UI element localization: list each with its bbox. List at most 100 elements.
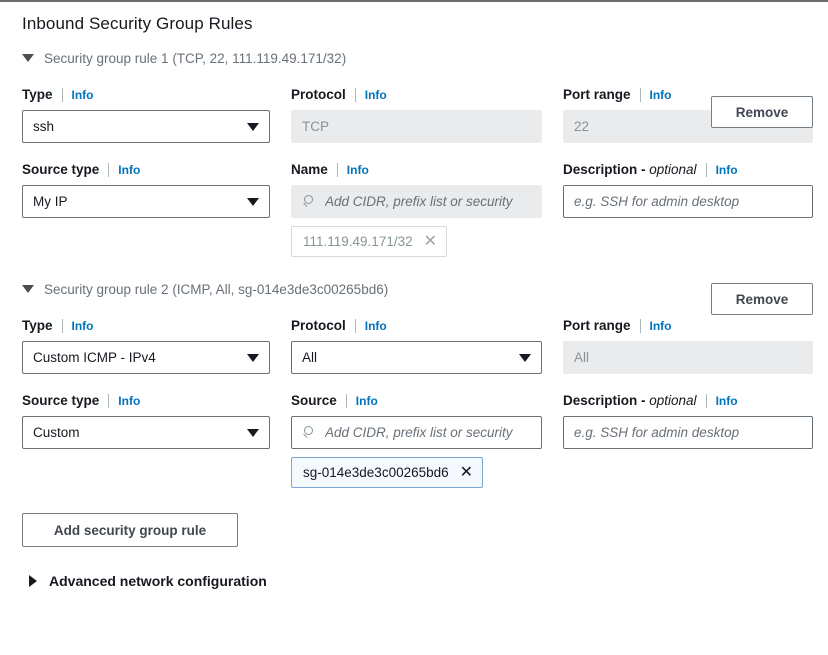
rule-2-description-info-link[interactable]: Info	[716, 394, 738, 408]
rule-1-protocol-info-link[interactable]: Info	[365, 88, 387, 102]
search-icon	[302, 425, 316, 440]
rule-2-type-info-link[interactable]: Info	[72, 319, 94, 333]
rule-1-description-info-link[interactable]: Info	[716, 163, 738, 177]
remove-rule-1-button[interactable]: Remove	[711, 96, 813, 128]
rule-1-type-value: ssh	[33, 119, 55, 134]
rule-1-port-range-value: 22	[574, 119, 590, 134]
rule-2-protocol-field: Protocol Info All	[291, 317, 542, 374]
label-divider	[639, 318, 641, 333]
rule-2-protocol-value: All	[302, 350, 318, 365]
rule-1-description-label: Description - optional	[563, 162, 697, 177]
rule-2-port-range-input: All	[563, 341, 813, 374]
rule-2-type-select[interactable]: Custom ICMP - IPv4	[22, 341, 270, 374]
rule-1-source-type-info-link[interactable]: Info	[118, 163, 140, 177]
close-icon[interactable]: ✕	[460, 464, 473, 481]
chevron-down-icon	[247, 122, 259, 131]
inbound-security-group-rules-panel: Inbound Security Group Rules Security gr…	[0, 14, 828, 589]
rule-2-description-input[interactable]: e.g. SSH for admin desktop	[563, 416, 813, 449]
rule-2-source-field: Source Info Add CIDR, prefix list or sec…	[291, 392, 542, 488]
page-title: Inbound Security Group Rules	[22, 14, 253, 33]
rule-2-header[interactable]: Security group rule 2 (ICMP, All, sg-014…	[22, 279, 813, 299]
rule-2-port-range-field: Port range Info All	[563, 317, 813, 374]
rule-1-source-search-input[interactable]: Add CIDR, prefix list or security	[291, 185, 542, 218]
rule-2-source-type-label: Source type	[22, 393, 100, 408]
rule-1-source-type-label: Source type	[22, 162, 100, 177]
label-divider	[108, 393, 110, 408]
label-divider	[336, 162, 338, 177]
advanced-network-configuration-section[interactable]: Advanced network configuration	[29, 573, 813, 589]
rule-1-port-range-label: Port range	[563, 87, 631, 102]
rule-2-source-placeholder: Add CIDR, prefix list or security	[325, 425, 513, 440]
advanced-network-configuration-label: Advanced network configuration	[49, 573, 267, 589]
chevron-down-icon	[247, 353, 259, 362]
rule-2-port-range-info-link[interactable]: Info	[650, 319, 672, 333]
rule-2-source-label: Source	[291, 393, 337, 408]
caret-down-icon[interactable]	[22, 54, 34, 62]
rule-2-source-token-label: sg-014e3de3c00265bd6	[303, 465, 449, 480]
rule-2-source-type-select[interactable]: Custom	[22, 416, 270, 449]
rule-1-protocol-label: Protocol	[291, 87, 346, 102]
rule-2-description-placeholder: e.g. SSH for admin desktop	[574, 425, 740, 440]
rule-1-description-label-row: Description - optional Info	[563, 161, 813, 178]
rule-2-description-field: Description - optional Info e.g. SSH for…	[563, 392, 813, 488]
chevron-down-icon	[247, 428, 259, 437]
label-divider	[61, 87, 63, 102]
rule-2-port-range-label: Port range	[563, 318, 631, 333]
add-security-group-rule-button[interactable]: Add security group rule	[22, 513, 238, 547]
rule-2-type-value: Custom ICMP - IPv4	[33, 350, 156, 365]
rule-1-protocol-value: TCP	[302, 119, 329, 134]
rule-2-summary: Security group rule 2 (ICMP, All, sg-014…	[44, 281, 389, 297]
rule-2-type-label-row: Type Info	[22, 317, 270, 334]
rule-2-protocol-info-link[interactable]: Info	[365, 319, 387, 333]
rule-2-description-label-row: Description - optional Info	[563, 392, 813, 409]
rule-1-fields: Type Info ssh Protocol Info TCP Port ran…	[22, 68, 813, 257]
rule-1-type-info-link[interactable]: Info	[72, 88, 94, 102]
rule-2-type-field: Type Info Custom ICMP - IPv4	[22, 317, 270, 374]
rule-1-source-info-link[interactable]: Info	[347, 163, 369, 177]
label-divider	[354, 87, 356, 102]
rule-1-source-type-select[interactable]: My IP	[22, 185, 270, 218]
rule-2-protocol-label-row: Protocol Info	[291, 317, 542, 334]
rule-1-description-field: Description - optional Info e.g. SSH for…	[563, 161, 813, 257]
security-group-rule-1: Security group rule 1 (TCP, 22, 111.119.…	[15, 48, 813, 257]
chevron-down-icon	[247, 197, 259, 206]
rule-1-port-range-info-link[interactable]: Info	[650, 88, 672, 102]
rule-1-source-label: Name	[291, 162, 328, 177]
label-divider	[354, 318, 356, 333]
rule-1-description-placeholder: e.g. SSH for admin desktop	[574, 194, 740, 209]
label-divider	[705, 393, 707, 408]
caret-right-icon[interactable]	[29, 575, 37, 587]
rule-1-protocol-field: Protocol Info TCP	[291, 86, 542, 143]
close-icon[interactable]: ✕	[424, 233, 437, 250]
rule-1-source-label-row: Name Info	[291, 161, 542, 178]
rule-1-source-type-label-row: Source type Info	[22, 161, 270, 178]
rule-2-type-label: Type	[22, 318, 53, 333]
rule-2-source-search-input[interactable]: Add CIDR, prefix list or security	[291, 416, 542, 449]
rule-1-description-input[interactable]: e.g. SSH for admin desktop	[563, 185, 813, 218]
rule-2-description-label: Description - optional	[563, 393, 697, 408]
rule-2-source-token[interactable]: sg-014e3de3c00265bd6 ✕	[291, 457, 484, 488]
rule-1-protocol-label-row: Protocol Info	[291, 86, 542, 103]
rule-1-protocol-input: TCP	[291, 110, 542, 143]
label-divider	[639, 87, 641, 102]
label-divider	[108, 162, 110, 177]
rule-2-port-range-value: All	[574, 350, 590, 365]
rule-1-type-label: Type	[22, 87, 53, 102]
remove-rule-2-button[interactable]: Remove	[711, 283, 813, 315]
rule-1-source-field: Name Info Add CIDR, prefix list or secur…	[291, 161, 542, 257]
rule-2-source-type-field: Source type Info Custom	[22, 392, 270, 488]
rule-2-source-type-info-link[interactable]: Info	[118, 394, 140, 408]
caret-down-icon[interactable]	[22, 285, 34, 293]
rule-2-source-type-value: Custom	[33, 425, 80, 440]
rule-2-protocol-label: Protocol	[291, 318, 346, 333]
rule-1-source-token[interactable]: 111.119.49.171/32 ✕	[291, 226, 448, 257]
rule-2-source-info-link[interactable]: Info	[356, 394, 378, 408]
rule-1-source-type-field: Source type Info My IP	[22, 161, 270, 257]
rule-2-protocol-select[interactable]: All	[291, 341, 542, 374]
security-group-rule-2: Security group rule 2 (ICMP, All, sg-014…	[15, 279, 813, 488]
rule-1-source-type-value: My IP	[33, 194, 68, 209]
chevron-down-icon	[519, 353, 531, 362]
rule-1-header[interactable]: Security group rule 1 (TCP, 22, 111.119.…	[22, 48, 813, 68]
search-icon	[302, 194, 316, 209]
rule-1-type-select[interactable]: ssh	[22, 110, 270, 143]
